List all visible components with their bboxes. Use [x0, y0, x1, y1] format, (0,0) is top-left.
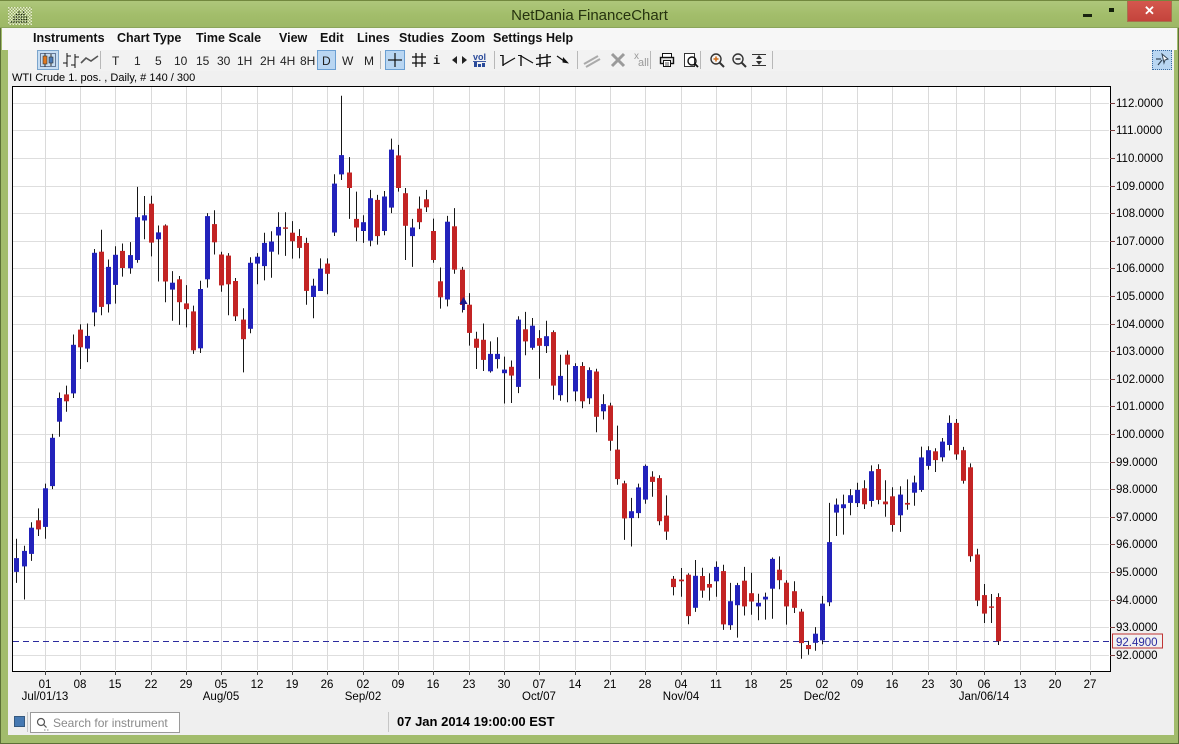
svg-text:16: 16	[886, 679, 899, 691]
svg-text:13: 13	[1014, 679, 1027, 691]
svg-text:110.0000: 110.0000	[1116, 153, 1163, 165]
svg-text:96.0000: 96.0000	[1116, 539, 1158, 551]
svg-text:97.0000: 97.0000	[1116, 512, 1158, 524]
svg-text:92.0000: 92.0000	[1116, 650, 1158, 662]
svg-text:111.0000: 111.0000	[1116, 125, 1162, 137]
svg-text:93.0000: 93.0000	[1116, 622, 1158, 634]
svg-text:05: 05	[215, 679, 228, 691]
svg-text:Oct/07: Oct/07	[522, 691, 556, 703]
svg-text:21: 21	[604, 679, 617, 691]
svg-text:06: 06	[978, 679, 991, 691]
svg-text:26: 26	[321, 679, 334, 691]
svg-text:19: 19	[286, 679, 299, 691]
svg-text:94.0000: 94.0000	[1116, 595, 1158, 607]
svg-text:30: 30	[498, 679, 511, 691]
svg-text:22: 22	[145, 679, 158, 691]
svg-text:20: 20	[1049, 679, 1062, 691]
svg-text:106.0000: 106.0000	[1116, 263, 1164, 275]
svg-text:07: 07	[533, 679, 546, 691]
svg-text:12: 12	[251, 679, 264, 691]
svg-text:102.0000: 102.0000	[1116, 374, 1164, 386]
svg-text:11: 11	[710, 679, 722, 691]
svg-text:101.0000: 101.0000	[1116, 401, 1164, 413]
svg-text:01: 01	[39, 679, 52, 691]
svg-text:16: 16	[427, 679, 440, 691]
svg-text:104.0000: 104.0000	[1116, 319, 1164, 331]
svg-text:95.0000: 95.0000	[1116, 567, 1158, 579]
svg-text:30: 30	[950, 679, 963, 691]
svg-text:107.0000: 107.0000	[1116, 236, 1164, 248]
svg-text:28: 28	[639, 679, 652, 691]
svg-text:02: 02	[816, 679, 829, 691]
svg-text:29: 29	[180, 679, 193, 691]
svg-text:98.0000: 98.0000	[1116, 484, 1158, 496]
svg-text:09: 09	[392, 679, 405, 691]
svg-text:25: 25	[780, 679, 793, 691]
svg-text:103.0000: 103.0000	[1116, 346, 1164, 358]
svg-text:02: 02	[357, 679, 370, 691]
svg-text:105.0000: 105.0000	[1116, 291, 1164, 303]
svg-text:112.0000: 112.0000	[1116, 98, 1163, 110]
svg-text:108.0000: 108.0000	[1116, 208, 1164, 220]
svg-text:109.0000: 109.0000	[1116, 181, 1164, 193]
svg-text:18: 18	[745, 679, 758, 691]
svg-text:15: 15	[109, 679, 122, 691]
svg-text:08: 08	[74, 679, 87, 691]
svg-text:Sep/02: Sep/02	[345, 691, 381, 703]
svg-text:Aug/05: Aug/05	[203, 691, 239, 703]
svg-text:23: 23	[463, 679, 476, 691]
svg-text:27: 27	[1084, 679, 1097, 691]
svg-text:14: 14	[569, 679, 582, 691]
svg-text:Dec/02: Dec/02	[804, 691, 840, 703]
svg-text:Jul/01/13: Jul/01/13	[22, 691, 69, 703]
svg-text:92.4900: 92.4900	[1116, 637, 1158, 649]
svg-text:Nov/04: Nov/04	[663, 691, 700, 703]
svg-text:100.0000: 100.0000	[1116, 429, 1164, 441]
svg-text:Jan/06/14: Jan/06/14	[959, 691, 1010, 703]
svg-text:23: 23	[922, 679, 935, 691]
svg-text:04: 04	[675, 679, 688, 691]
svg-text:09: 09	[851, 679, 864, 691]
svg-text:99.0000: 99.0000	[1116, 457, 1158, 469]
